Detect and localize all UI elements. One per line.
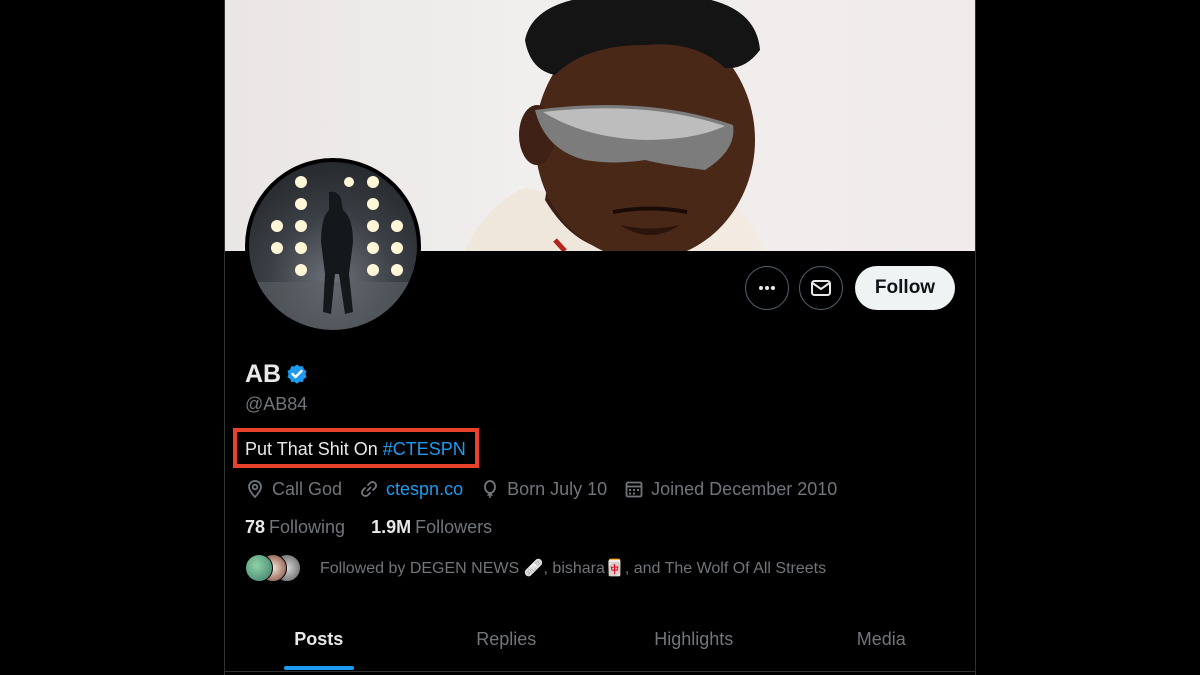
joined-text: Joined December 2010 xyxy=(651,478,838,499)
more-options-button[interactable] xyxy=(745,266,789,310)
birthday-item: Born July 10 xyxy=(480,479,607,500)
tab-label: Media xyxy=(856,629,906,649)
profile-meta: Call God ctespn.co Born July 10 Joined D… xyxy=(245,477,854,501)
user-handle: @AB84 xyxy=(245,394,308,414)
follow-button[interactable]: Follow xyxy=(855,266,955,310)
active-tab-indicator xyxy=(283,666,354,670)
balloon-icon xyxy=(484,480,496,498)
joined-item: Joined December 2010 xyxy=(624,479,837,500)
tab-media[interactable]: Media xyxy=(788,615,976,672)
verified-badge-icon[interactable] xyxy=(285,362,309,386)
profile-page: Follow AB @AB84 Put That Shit On #CTESPN… xyxy=(224,0,976,675)
tab-highlights[interactable]: Highlights xyxy=(600,615,788,672)
location-text: Call God xyxy=(272,478,343,499)
bio-text: Put That Shit On xyxy=(245,439,383,459)
followers-count: 1.9M xyxy=(371,517,412,537)
profile-tabs: Posts Replies Highlights Media xyxy=(225,615,975,672)
profile-avatar[interactable] xyxy=(245,158,421,334)
following-count: 78 xyxy=(245,517,266,537)
followed-by-avatars xyxy=(245,553,305,583)
follower-avatar xyxy=(245,554,273,582)
mail-icon xyxy=(811,280,831,296)
followers-label: Followers xyxy=(415,517,493,537)
followers-count-link[interactable]: 1.9M Followers xyxy=(371,517,492,538)
message-button[interactable] xyxy=(799,266,843,310)
avatar-photo xyxy=(249,162,417,330)
name-row: AB xyxy=(245,358,309,390)
more-horizontal-icon xyxy=(759,286,775,290)
website-item[interactable]: ctespn.co xyxy=(359,479,463,500)
follow-counts: 78 Following 1.9M Followers xyxy=(245,517,518,538)
following-label: Following xyxy=(269,517,346,537)
tabs-divider xyxy=(225,671,975,672)
website-link[interactable]: ctespn.co xyxy=(386,479,463,500)
tab-label: Highlights xyxy=(654,629,734,649)
tab-replies[interactable]: Replies xyxy=(413,615,601,672)
tab-label: Replies xyxy=(476,629,537,649)
display-name: AB xyxy=(245,359,282,388)
link-icon xyxy=(361,481,378,497)
profile-bio: Put That Shit On #CTESPN xyxy=(245,439,466,460)
calendar-icon xyxy=(625,481,643,498)
followed-by-text: Followed by DEGEN NEWS 🩹, bishara🀄, and … xyxy=(320,560,827,577)
birthday-text: Born July 10 xyxy=(507,478,608,499)
location-pin-icon xyxy=(248,480,262,499)
tab-posts[interactable]: Posts xyxy=(225,615,413,672)
bio-hashtag-link[interactable]: #CTESPN xyxy=(383,439,466,459)
followed-by-row[interactable]: Followed by DEGEN NEWS 🩹, bishara🀄, and … xyxy=(245,553,826,583)
location-item: Call God xyxy=(245,479,342,500)
following-count-link[interactable]: 78 Following xyxy=(245,517,345,538)
